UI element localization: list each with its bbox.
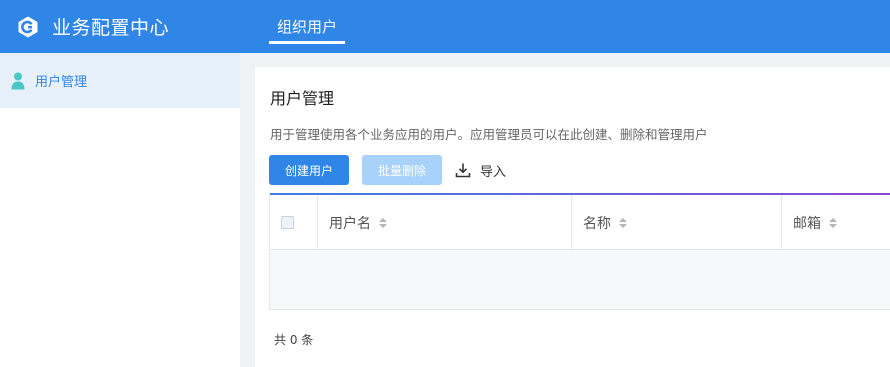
create-user-button-label: 创建用户 <box>284 163 333 178</box>
column-header-label: 用户名 <box>329 215 371 232</box>
main-panel: 用户管理 用于管理使用各个业务应用的用户。应用管理员可以在此创建、删除和管理用户… <box>255 67 890 367</box>
download-icon <box>455 162 471 178</box>
batch-delete-button[interactable]: 批量删除 <box>362 155 442 185</box>
user-icon <box>10 72 26 90</box>
tab-org-users[interactable]: 组织用户 <box>269 0 346 53</box>
table-body-empty <box>270 250 890 309</box>
column-header-email[interactable]: 邮箱 <box>782 195 890 250</box>
select-all-cell <box>270 195 318 250</box>
tab-org-users-label: 组织用户 <box>277 18 338 36</box>
table-header: 用户名 名称 邮箱 <box>270 195 890 250</box>
import-button[interactable]: 导入 <box>455 155 506 185</box>
sort-icon[interactable] <box>618 217 628 229</box>
total-count: 共 0 条 <box>274 333 314 347</box>
user-table: 用户名 名称 邮箱 <box>269 193 890 310</box>
import-button-label: 导入 <box>480 164 507 180</box>
page-title: 用户管理 <box>270 89 335 108</box>
column-header-label: 邮箱 <box>793 215 821 232</box>
column-header-label: 名称 <box>583 215 611 232</box>
sidebar-item-label: 用户管理 <box>35 75 88 90</box>
top-header: 业务配置中心 组织用户 <box>0 0 890 53</box>
active-tab-underline <box>269 41 346 44</box>
column-header-name[interactable]: 名称 <box>572 195 782 250</box>
app-title: 业务配置中心 <box>52 17 170 39</box>
batch-delete-button-label: 批量删除 <box>377 163 426 178</box>
sidebar: 用户管理 <box>0 53 240 367</box>
brand-c-logo-icon <box>16 15 40 39</box>
sidebar-item-user-management[interactable]: 用户管理 <box>0 53 240 108</box>
select-all-checkbox[interactable] <box>281 216 294 229</box>
create-user-button[interactable]: 创建用户 <box>269 155 349 185</box>
sort-icon[interactable] <box>378 217 388 229</box>
brand: 业务配置中心 <box>16 13 169 40</box>
sort-icon[interactable] <box>828 217 838 229</box>
page-description: 用于管理使用各个业务应用的用户。应用管理员可以在此创建、删除和管理用户 <box>270 127 708 142</box>
column-header-username[interactable]: 用户名 <box>318 195 572 250</box>
